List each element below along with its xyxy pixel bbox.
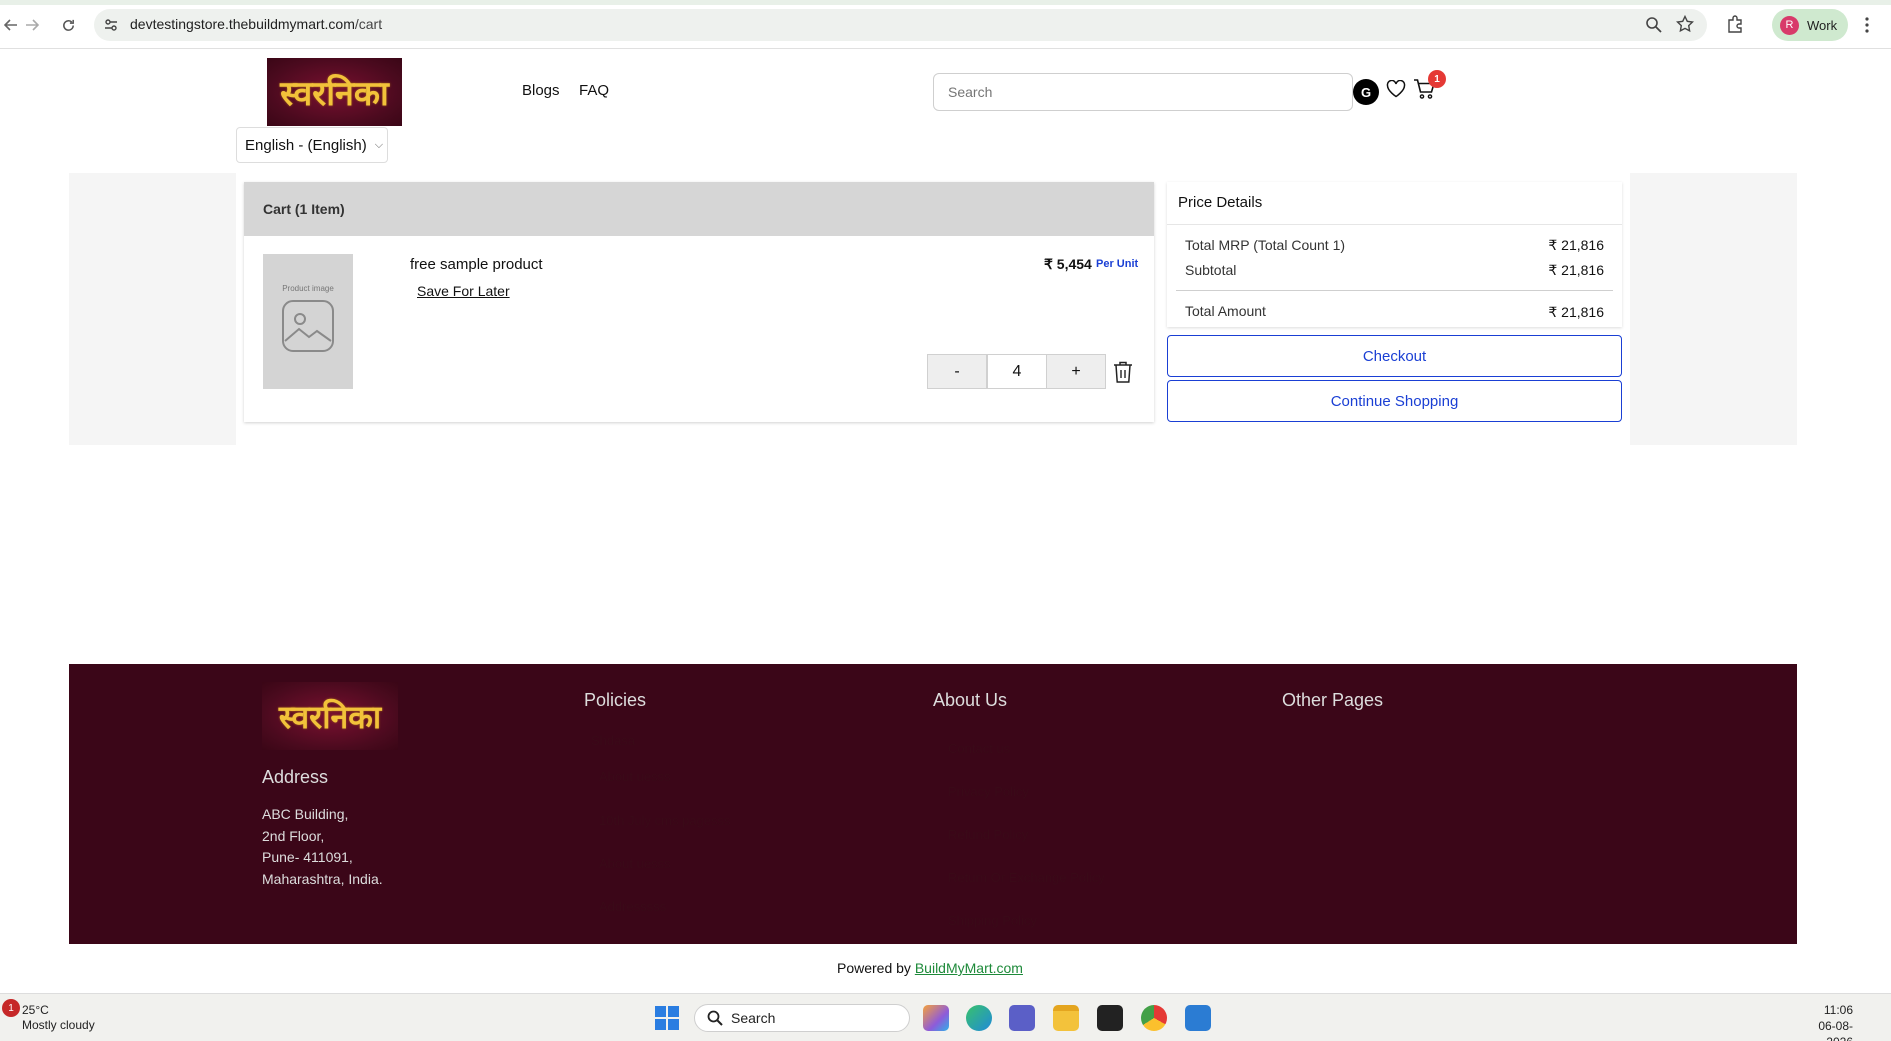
weather-notification-badge: 1 (2, 999, 20, 1017)
address-title: Address (262, 767, 329, 787)
app-box-icon[interactable] (1097, 1005, 1123, 1031)
language-value: English - (English) (245, 136, 367, 154)
quantity-decrease-button[interactable]: - (927, 354, 987, 389)
address-line: ABC Building, (262, 806, 349, 822)
search-icon (707, 1010, 723, 1026)
chevron-down-icon: ⌵ (374, 138, 384, 151)
system-clock[interactable]: 11:06 06-08-2026 (1793, 1002, 1853, 1041)
site-logo-text: स्वरनिका (280, 74, 389, 114)
taskbar-search-label: Search (731, 1010, 776, 1026)
wishlist-heart-icon[interactable] (1386, 80, 1406, 98)
weather-widget[interactable]: 25°C Mostly cloudy (22, 1003, 95, 1033)
about-link[interactable]: Shipping Policy (948, 913, 1037, 928)
teams-app-icon[interactable] (1009, 1005, 1035, 1031)
policies-link[interactable]: 10th July cms pagesss (599, 813, 731, 828)
profile-chip[interactable]: R Work (1772, 9, 1848, 41)
image-placeholder-icon (282, 300, 334, 352)
subtotal-label: Subtotal (1185, 262, 1237, 278)
site-logo[interactable]: स्वरनिका (267, 58, 402, 126)
about-link[interactable]: Return Or Exchange Policy (948, 870, 1105, 885)
taskbar-search[interactable]: Search (694, 1004, 910, 1032)
per-unit-label: Per Unit (1096, 258, 1139, 270)
total-amount-label: Total Amount (1185, 303, 1266, 319)
url-text[interactable]: devtestingstore.thebuildmymart.com/cart (130, 16, 382, 32)
address-line: 2nd Floor, (262, 828, 325, 844)
total-mrp-value: ₹ 21,816 (1548, 237, 1604, 253)
user-avatar[interactable]: G (1353, 79, 1379, 105)
continue-shopping-button[interactable]: Continue Shopping (1167, 380, 1622, 422)
bookmark-star-icon[interactable] (1676, 15, 1694, 33)
zoom-icon[interactable] (1645, 16, 1662, 33)
search-input[interactable] (933, 73, 1353, 111)
footer-logo[interactable]: स्वरनिका (262, 682, 398, 750)
copilot-app-icon[interactable] (923, 1005, 949, 1031)
address-line: Pune- 411091, (262, 849, 353, 865)
quantity-value[interactable]: 4 (987, 354, 1047, 389)
edge-browser-icon[interactable] (966, 1005, 992, 1031)
language-select[interactable]: English - (English) ⌵ (236, 127, 388, 163)
profile-label: Work (1807, 17, 1838, 33)
powered-by-text: Powered by (837, 960, 911, 976)
policies-title: Policies (584, 690, 647, 710)
reload-icon[interactable] (57, 14, 79, 36)
clock-date: 06-08-2026 (1818, 1019, 1853, 1041)
delete-item-trash-icon[interactable] (1112, 360, 1134, 384)
back-icon[interactable] (0, 14, 22, 36)
about-link[interactable]: Privacy Policy (948, 784, 1029, 799)
about-link[interactable]: Contact us (948, 741, 1010, 756)
product-name[interactable]: free sample product (410, 256, 543, 273)
windows-start-icon[interactable] (655, 1006, 679, 1030)
other-pages-title: Other Pages (1282, 690, 1384, 710)
url-domain: devtestingstore.thebuildmymart.com (130, 16, 355, 32)
forward-icon[interactable] (21, 14, 43, 36)
about-us-title: About Us (933, 690, 1008, 710)
extensions-icon[interactable] (1726, 15, 1744, 33)
buildmymart-link[interactable]: BuildMyMart.com (915, 960, 1023, 976)
policies-link[interactable]: About uesss (599, 769, 671, 784)
policies-link[interactable]: Addresssss (599, 899, 666, 914)
weather-condition: Mostly cloudy (22, 1018, 95, 1032)
about-link[interactable]: Refund Policy (948, 827, 1028, 842)
product-image-label: Product image (282, 284, 334, 293)
save-for-later-link[interactable]: Save For Later (417, 283, 510, 299)
total-divider (1176, 290, 1613, 291)
nav-blogs[interactable]: Blogs (522, 82, 560, 99)
product-price: ₹ 5,454 (1044, 256, 1092, 272)
footer-logo-text: स्वरनिका (278, 697, 382, 736)
total-mrp-label: Total MRP (Total Count 1) (1185, 237, 1346, 253)
clock-time: 11:06 (1823, 1003, 1853, 1017)
total-amount-value: ₹ 21,816 (1548, 304, 1604, 320)
price-details-divider (1167, 224, 1622, 225)
chrome-browser-icon[interactable] (1141, 1005, 1167, 1031)
temperature: 25°C (22, 1003, 49, 1017)
browser-menu-icon[interactable] (1864, 16, 1870, 34)
powered-by: Powered by BuildMyMart.com (837, 960, 1023, 976)
policies-link[interactable]: About uesss (599, 856, 671, 871)
file-explorer-icon[interactable] (1053, 1005, 1079, 1031)
checkout-button[interactable]: Checkout (1167, 335, 1622, 377)
profile-avatar: R (1780, 15, 1799, 35)
nav-faq[interactable]: FAQ (579, 82, 609, 99)
address-line: Maharashtra, India. (262, 871, 383, 887)
site-info-icon[interactable] (103, 17, 119, 33)
quantity-increase-button[interactable]: + (1046, 354, 1106, 389)
price-details-title: Price Details (1178, 194, 1263, 211)
cart-title: Cart (1 Item) (244, 182, 1154, 236)
notepad-app-icon[interactable] (1185, 1005, 1211, 1031)
url-path: /cart (354, 16, 383, 32)
product-image-placeholder[interactable]: Product image (263, 254, 353, 389)
subtotal-value: ₹ 21,816 (1548, 262, 1604, 278)
cart-count-badge: 1 (1428, 70, 1446, 88)
tab-strip-edge (0, 0, 1891, 5)
policies-link[interactable]: Shdasa (591, 733, 635, 748)
